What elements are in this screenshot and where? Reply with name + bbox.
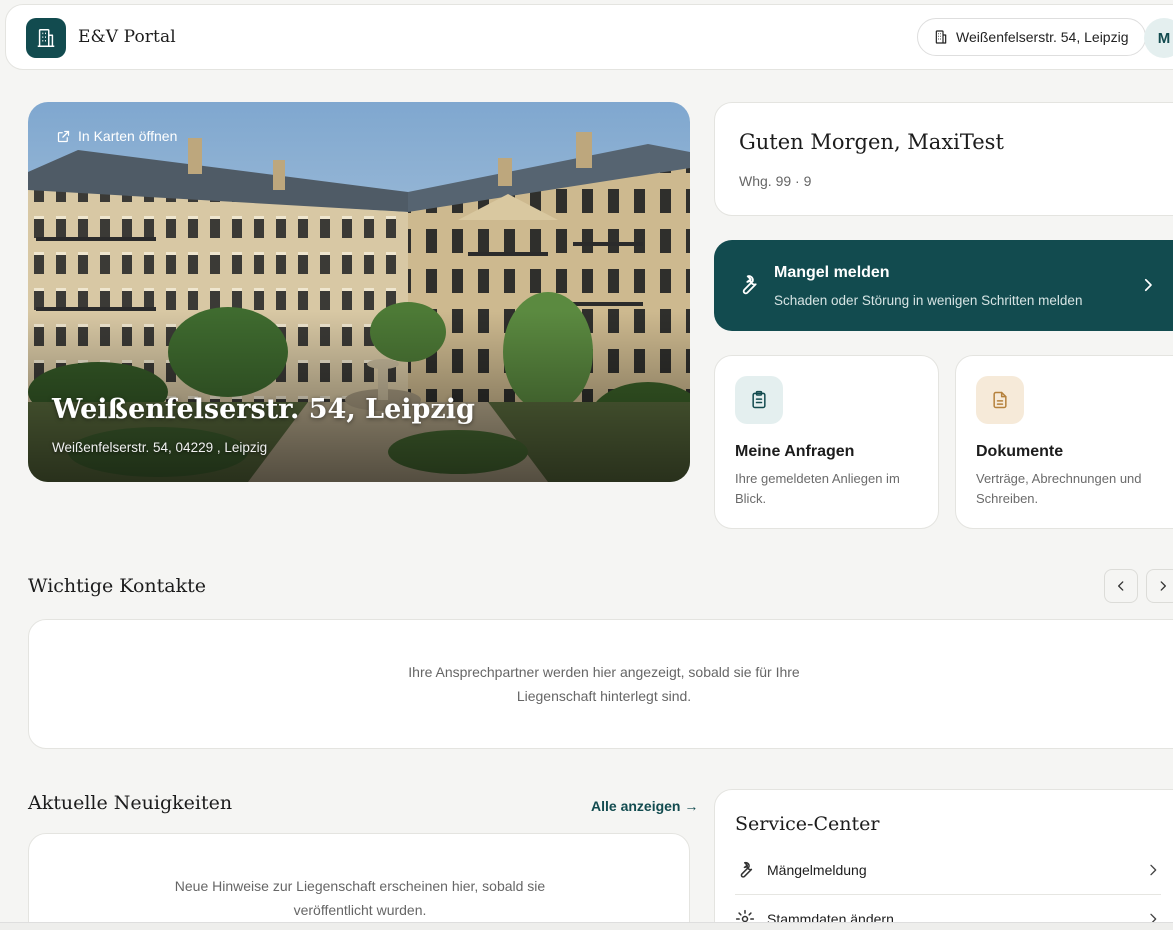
property-selector[interactable]: Weißenfelserstr. 54, Leipzig xyxy=(917,18,1146,56)
building-icon xyxy=(37,29,55,47)
contacts-heading: Wichtige Kontakte xyxy=(28,575,207,597)
news-empty-line: veröffentlicht wurden. xyxy=(293,902,427,918)
my-requests-description: Ihre gemeldeten Anliegen im Blick. xyxy=(735,471,900,506)
report-defect-button[interactable]: Mangel melden Schaden oder Störung in we… xyxy=(714,240,1173,331)
greeting-card: Guten Morgen, MaxiTest Whg. 99 · 9 xyxy=(714,102,1173,216)
property-full-address: Weißenfelserstr. 54, 04229 , Leipzig xyxy=(52,440,268,455)
news-heading: Aktuelle Neuigkeiten xyxy=(28,792,233,814)
property-address: Weißenfelserstr. 54, Leipzig xyxy=(956,29,1129,45)
bottom-scroll-strip xyxy=(0,922,1173,930)
chevron-left-icon xyxy=(1118,581,1124,591)
service-item-defect-report[interactable]: Mängelmeldung xyxy=(735,850,1161,890)
documents-card[interactable]: Dokumente Verträge, Abrechnungen und Sch… xyxy=(955,355,1173,529)
chevron-right-icon xyxy=(1144,278,1152,292)
news-empty-message: Neue Hinweise zur Liegenschaft erscheine… xyxy=(29,874,691,922)
brand-name: E&V Portal xyxy=(78,27,176,47)
show-all-news-link[interactable]: Alle anzeigen → xyxy=(591,798,698,814)
divider xyxy=(735,894,1161,895)
service-item-label: Mängelmeldung xyxy=(767,862,867,878)
news-empty-line: Neue Hinweise zur Liegenschaft erscheine… xyxy=(174,878,546,894)
external-link-icon xyxy=(57,130,70,142)
contacts-empty-line: Liegenschaft hinterlegt sind. xyxy=(516,688,692,704)
contacts-empty-line: Ihre Ansprechpartner werden hier angezei… xyxy=(408,664,800,680)
open-in-maps-label: In Karten öffnen xyxy=(78,128,178,144)
documents-description: Verträge, Abrechnungen und Schreiben. xyxy=(976,471,1142,506)
document-icon xyxy=(976,376,1024,424)
property-photo xyxy=(28,102,690,482)
top-bar: E&V Portal Weißenfelserstr. 54, Leipzig … xyxy=(5,4,1173,70)
property-hero: In Karten öffnen Weißenfelserstr. 54, Le… xyxy=(28,102,690,482)
news-card: Neue Hinweise zur Liegenschaft erscheine… xyxy=(28,833,690,930)
open-in-maps-link[interactable]: In Karten öffnen xyxy=(56,128,177,144)
logo[interactable] xyxy=(26,18,66,58)
my-requests-title: Meine Anfragen xyxy=(735,443,855,460)
property-title: Weißenfelserstr. 54, Leipzig xyxy=(52,394,475,425)
contacts-empty-message: Ihre Ansprechpartner werden hier angezei… xyxy=(29,660,1173,708)
contacts-card: Ihre Ansprechpartner werden hier angezei… xyxy=(28,619,1173,749)
clipboard-icon xyxy=(735,376,783,424)
service-center-title: Service-Center xyxy=(735,813,880,835)
contacts-next-button[interactable] xyxy=(1146,569,1173,603)
wrench-icon xyxy=(740,861,753,878)
service-center-card: Service-Center Mängelmeldung Stammdaten … xyxy=(714,789,1173,930)
wrench-icon xyxy=(742,275,757,295)
my-requests-card[interactable]: Meine Anfragen Ihre gemeldeten Anliegen … xyxy=(714,355,939,529)
avatar[interactable]: M xyxy=(1144,18,1173,58)
report-defect-title: Mangel melden xyxy=(774,264,890,281)
report-defect-subtitle: Schaden oder Störung in wenigen Schritte… xyxy=(774,293,1083,308)
chevron-right-icon xyxy=(1160,581,1166,591)
building-icon xyxy=(935,30,947,44)
documents-title: Dokumente xyxy=(976,443,1064,460)
greeting-title: Guten Morgen, MaxiTest xyxy=(739,130,1004,154)
unit-info: Whg. 99 · 9 xyxy=(739,173,812,189)
contacts-prev-button[interactable] xyxy=(1104,569,1138,603)
chevron-right-icon xyxy=(1150,864,1157,876)
